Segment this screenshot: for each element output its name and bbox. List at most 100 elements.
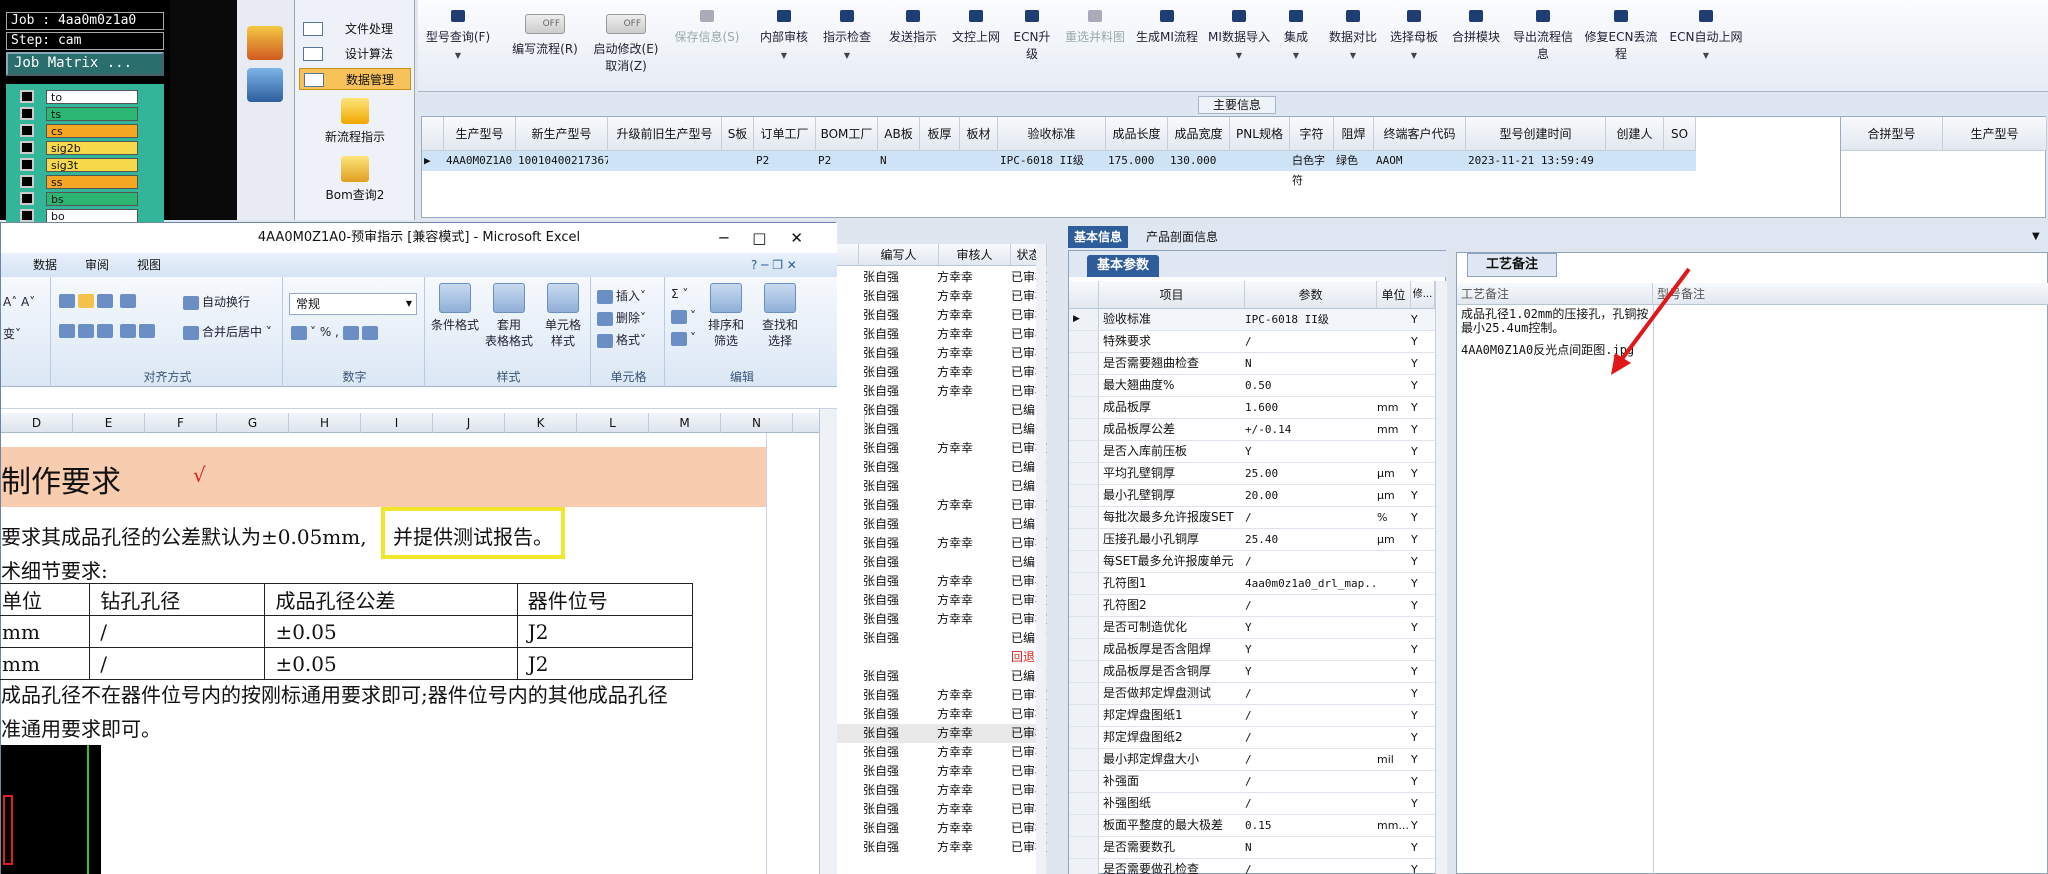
param-row[interactable]: 平均孔壁铜厚 25.00 μm Y — [1069, 463, 1435, 485]
flow-list-row[interactable]: 张自强 方幸幸 已审核 — [837, 268, 1047, 287]
basic-params-scrollbar[interactable] — [1435, 281, 1447, 874]
tab-dropdown-icon[interactable]: ▼ — [2026, 226, 2046, 248]
dropdown-arrow-icon[interactable]: ▼ — [754, 51, 814, 60]
param-row[interactable]: 每批次最多允许报废SET /% Y — [1069, 507, 1435, 529]
layer-checkbox[interactable] — [20, 175, 34, 188]
column-header[interactable]: E — [73, 413, 145, 433]
format-cells-button[interactable]: 格式˅ — [597, 331, 646, 348]
row-gutter[interactable] — [1069, 551, 1099, 572]
flow-list-row[interactable]: 张自强 方幸幸 已审核 — [837, 800, 1047, 819]
column-header[interactable]: H — [289, 413, 361, 433]
row-gutter[interactable] — [1069, 617, 1099, 638]
toolbar-button-4[interactable]: 内部审核 ▼ — [754, 10, 814, 82]
grid-header[interactable]: 订单工厂 — [754, 117, 816, 151]
flow-list-row[interactable]: 张自强 方幸幸 已审核 — [837, 382, 1047, 401]
find-select-button[interactable]: 查找和 选择 — [755, 283, 805, 349]
number-format-select[interactable]: 常规 ▼ — [289, 293, 417, 315]
dropdown-arrow-icon[interactable]: ▼ — [1324, 51, 1382, 60]
grid-header[interactable]: 成品宽度 — [1168, 117, 1230, 151]
param-row[interactable]: 成品板厚 1.600 mm Y — [1069, 397, 1435, 419]
dropdown-arrow-icon[interactable]: ▼ — [1386, 51, 1442, 60]
toolbar-button-7[interactable]: 文控上网 — [948, 10, 1004, 82]
number-buttons[interactable]: ˅ % , — [291, 325, 381, 340]
sum-icon[interactable]: Σ ˅ — [671, 287, 688, 301]
grid-cell[interactable] — [608, 151, 722, 171]
font-color-button[interactable]: 变˅ — [3, 325, 21, 342]
new-flow-button[interactable]: 新流程指示 — [309, 98, 401, 145]
grid-cell[interactable] — [960, 151, 998, 171]
nav-item-file[interactable]: 文件处理 — [299, 18, 411, 40]
toolbar-button-14[interactable]: 选择母板 ▼ — [1386, 10, 1442, 82]
sort-filter-button[interactable]: 排序和 筛选 — [701, 283, 751, 349]
delete-button[interactable]: 删除˅ — [597, 309, 646, 326]
layer-item[interactable]: sig2b — [46, 141, 138, 155]
grid-header[interactable]: 板厚 — [920, 117, 960, 151]
param-row[interactable]: 是否入库前压板 Y Y — [1069, 441, 1435, 463]
param-row[interactable]: 邦定焊盘图纸1 / Y — [1069, 705, 1435, 727]
param-row[interactable]: 是否需要翘曲检查 N Y — [1069, 353, 1435, 375]
grid-cell[interactable] — [722, 151, 754, 171]
merge-center-button[interactable]: 合并后居中 ˅ — [183, 323, 272, 340]
grid-cell[interactable] — [920, 151, 960, 171]
layer-checkbox[interactable] — [20, 209, 34, 222]
grid-header[interactable]: 生产型号 — [444, 117, 516, 151]
grid-cell[interactable]: 130.000 — [1168, 151, 1230, 171]
grid-header[interactable]: 成品长度 — [1106, 117, 1168, 151]
menu-review[interactable]: 审阅 — [85, 253, 109, 277]
toolbar-button-0[interactable]: 型号查询(F) ▼ — [418, 10, 498, 82]
row-gutter[interactable] — [1069, 485, 1099, 506]
row-gutter[interactable] — [1069, 639, 1099, 660]
menu-view[interactable]: 视图 — [137, 253, 161, 277]
flow-list-header[interactable] — [837, 244, 859, 266]
row-gutter[interactable] — [1069, 661, 1099, 682]
flow-list-row[interactable]: 张自强 方幸幸 已审核 — [837, 819, 1047, 838]
grid-header[interactable]: 板材 — [960, 117, 998, 151]
row-gutter[interactable] — [1069, 375, 1099, 396]
row-gutter[interactable] — [1069, 419, 1099, 440]
tab-basic-info[interactable]: 基本信息 — [1068, 226, 1129, 248]
flow-list-row[interactable]: 张自强 方幸幸 已审核 — [837, 534, 1047, 553]
grid-cell[interactable] — [1664, 151, 1696, 171]
grid-header[interactable]: S板 — [722, 117, 754, 151]
grid-header[interactable]: AB板 — [878, 117, 920, 151]
column-header[interactable]: K — [505, 413, 577, 433]
flow-list-row[interactable]: 张自强 方幸幸 已审核 — [837, 781, 1047, 800]
ribbon-controls[interactable]: ? ─ ❐ ✕ — [751, 253, 797, 277]
font-size-button[interactable]: A˄ A˅ — [3, 295, 35, 309]
grid-cell[interactable]: P2 — [816, 151, 878, 171]
clear-icon[interactable]: ˅ — [671, 331, 696, 346]
grid-cell[interactable]: IPC-6018 II级 — [998, 151, 1106, 171]
column-header[interactable]: M — [649, 413, 721, 433]
flow-list-row[interactable]: 张自强 方幸幸 已审核 — [837, 724, 1047, 743]
fill-icon[interactable]: ˅ — [671, 309, 696, 324]
grid-cell[interactable]: P2 — [754, 151, 816, 171]
row-gutter[interactable] — [1069, 353, 1099, 374]
row-indicator-icon[interactable]: ▶ — [422, 151, 444, 171]
grid-header[interactable]: BOM工厂 — [816, 117, 878, 151]
excel-scrollbar[interactable] — [819, 409, 837, 874]
param-row[interactable]: 是否需要数孔 N Y — [1069, 837, 1435, 859]
align-left-icon[interactable] — [59, 323, 158, 338]
param-row[interactable]: 邦定焊盘图纸2 / Y — [1069, 727, 1435, 749]
grid-cell[interactable] — [1606, 151, 1664, 171]
flow-list-scrollbar[interactable] — [1036, 244, 1046, 874]
flow-list-row[interactable]: 张自强 方幸幸 已审核 — [837, 572, 1047, 591]
flow-list-header[interactable]: 审核人 — [939, 244, 1011, 266]
col-header-modify[interactable]: 修... — [1411, 281, 1435, 309]
row-gutter[interactable] — [1069, 705, 1099, 726]
dropdown-arrow-icon[interactable]: ▼ — [1276, 51, 1316, 60]
col-header-unit[interactable]: 单位 — [1377, 281, 1411, 309]
dropdown-arrow-icon[interactable]: ▼ — [1206, 51, 1272, 60]
flow-list-row[interactable]: 张自强 方幸幸 已审核 — [837, 325, 1047, 344]
toolbar-button-5[interactable]: 指示检查 ▼ — [818, 10, 876, 82]
layer-item[interactable]: ss — [46, 175, 138, 189]
grid-header[interactable]: 阻焊 — [1334, 117, 1374, 151]
col-header-item[interactable]: 项目 — [1099, 281, 1245, 309]
flow-list-row[interactable]: 张自强 方幸幸 已审核 — [837, 496, 1047, 515]
job-matrix-button[interactable]: Job Matrix ... — [6, 52, 164, 76]
grid-header[interactable]: 终端客户代码 — [1374, 117, 1466, 151]
align-top-icon[interactable] — [59, 293, 139, 308]
row-gutter[interactable] — [1069, 793, 1099, 814]
layer-checkbox[interactable] — [20, 141, 34, 154]
flow-list-row[interactable]: 张自强 方幸幸 已审核 — [837, 287, 1047, 306]
